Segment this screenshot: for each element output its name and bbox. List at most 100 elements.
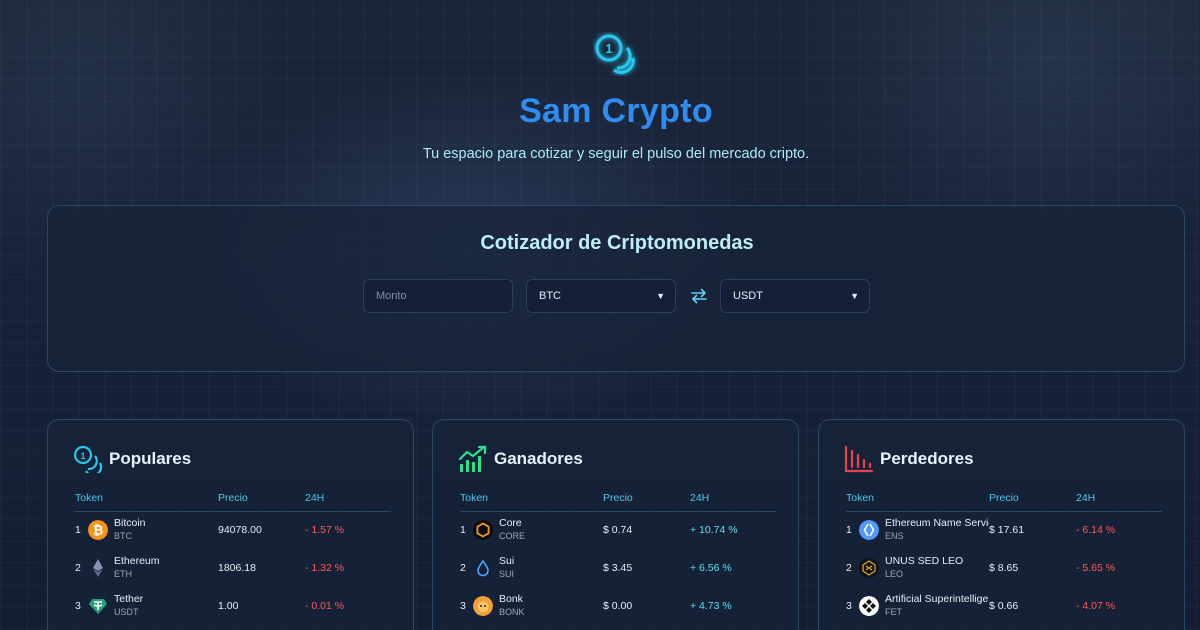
column-24h: 24H	[690, 492, 710, 504]
sui-icon	[477, 559, 489, 577]
coin-symbol: CORE	[499, 531, 526, 541]
coin-change: - 0.01 %	[305, 600, 345, 612]
table-header: Token Precio 24H	[460, 492, 776, 512]
ens-icon	[859, 520, 879, 540]
coin-change: + 10.74 %	[690, 524, 738, 536]
svg-text:1: 1	[605, 41, 612, 56]
svg-text:₿: ₿	[93, 524, 104, 539]
bitcoin-icon: ₿	[88, 520, 108, 540]
to-currency-select[interactable]: USDT ▼	[720, 279, 870, 313]
coin-name: Artificial Superintelligence Alliance	[885, 593, 989, 605]
row-rank: 2	[75, 562, 81, 574]
chevron-down-icon: ▼	[656, 291, 665, 301]
coin-name: Tether	[114, 593, 144, 605]
coin-symbol: BTC	[114, 531, 132, 541]
card-title: Perdedores	[880, 449, 974, 468]
table-row[interactable]: 1 ₿ Bitcoin BTC 94078.00 - 1.57 %	[75, 512, 391, 550]
coin-name: UNUS SED LEO	[885, 555, 964, 567]
popular-card: 1 Populares Token Precio 24H 1 ₿ Bitcoin…	[47, 419, 414, 630]
coin-symbol: SUI	[499, 569, 515, 579]
row-rank: 3	[75, 600, 81, 612]
column-token: Token	[846, 492, 875, 504]
page-title: Sam Crypto	[519, 92, 713, 130]
coin-price: $ 0.74	[603, 524, 633, 536]
leo-icon	[859, 558, 879, 578]
coin-price: 94078.00	[218, 524, 262, 536]
coin-price: $ 0.00	[603, 600, 633, 612]
amount-input[interactable]: Monto	[363, 279, 513, 313]
row-rank: 2	[846, 562, 852, 574]
core-icon	[473, 520, 493, 540]
chart-up-icon	[458, 445, 487, 472]
coin-change: - 1.32 %	[305, 562, 345, 574]
row-rank: 1	[75, 524, 81, 536]
quoter-title: Cotizador de Criptomonedas	[480, 232, 754, 254]
row-rank: 3	[460, 600, 466, 612]
coins-icon: 1	[73, 445, 103, 473]
coin-symbol: LEO	[885, 569, 904, 579]
tagline: Tu espacio para cotizar y seguir el puls…	[422, 146, 810, 162]
losers-card: Perdedores Token Precio 24H 1 Ethereum N…	[818, 419, 1185, 630]
column-price: Precio	[989, 492, 1019, 504]
coins-logo-icon: 1	[595, 34, 635, 75]
coin-symbol: ETH	[114, 569, 132, 579]
table-row[interactable]: 3 Artificial Superintelligence Alliance …	[846, 588, 1162, 626]
coin-price: $ 17.61	[989, 524, 1025, 536]
coin-symbol: USDT	[114, 607, 139, 617]
table-row[interactable]: 1 Ethereum Name Service ENS $ 17.61 - 6.…	[846, 512, 1162, 550]
amount-placeholder: Monto	[376, 290, 407, 302]
coin-name: Ethereum Name Service	[885, 517, 989, 529]
column-price: Precio	[603, 492, 633, 504]
coin-price: 1.00	[218, 600, 239, 612]
to-currency-value: USDT	[733, 290, 763, 302]
coin-price: $ 8.65	[989, 562, 1019, 574]
swap-arrows-icon[interactable]	[690, 287, 708, 305]
column-token: Token	[460, 492, 489, 504]
coin-price: 1806.18	[218, 562, 256, 574]
row-rank: 2	[460, 562, 466, 574]
coin-change: - 5.65 %	[1076, 562, 1116, 574]
coin-name: Core	[499, 517, 522, 529]
bonk-icon	[473, 596, 493, 616]
table-row[interactable]: 3 Bonk BONK $ 0.00 + 4.73 %	[460, 588, 776, 626]
table-row[interactable]: 2 Sui SUI $ 3.45 + 6.56 %	[460, 550, 776, 588]
coin-name: Ethereum	[114, 555, 160, 567]
coin-symbol: FET	[885, 607, 902, 617]
column-token: Token	[75, 492, 104, 504]
column-24h: 24H	[1076, 492, 1096, 504]
coin-change: + 6.56 %	[690, 562, 732, 574]
card-title: Ganadores	[494, 449, 583, 468]
coin-change: + 4.73 %	[690, 600, 732, 612]
coin-symbol: ENS	[885, 531, 904, 541]
chevron-down-icon: ▼	[850, 291, 859, 301]
table-row[interactable]: 2 UNUS SED LEO LEO $ 8.65 - 5.65 %	[846, 550, 1162, 588]
svg-text:1: 1	[80, 451, 85, 461]
column-24h: 24H	[305, 492, 325, 504]
coin-change: - 1.57 %	[305, 524, 345, 536]
from-currency-value: BTC	[539, 290, 561, 302]
chart-down-icon	[844, 445, 874, 473]
fet-icon	[859, 596, 879, 616]
table-header: Token Precio 24H	[75, 492, 391, 512]
ethereum-icon	[93, 559, 103, 577]
table-row[interactable]: 3 Tether USDT 1.00 - 0.01 %	[75, 588, 391, 626]
table-row[interactable]: 2 Ethereum ETH 1806.18 - 1.32 %	[75, 550, 391, 588]
row-rank: 1	[460, 524, 466, 536]
column-price: Precio	[218, 492, 248, 504]
coin-name: Bonk	[499, 593, 523, 605]
coin-symbol: BONK	[499, 607, 525, 617]
gainers-card: Ganadores Token Precio 24H 1 Core CORE $…	[432, 419, 799, 630]
coin-change: - 6.14 %	[1076, 524, 1116, 536]
coin-change: - 4.07 %	[1076, 600, 1116, 612]
quoter-panel: Cotizador de Criptomonedas Monto BTC ▼ U…	[47, 205, 1185, 372]
coin-price: $ 3.45	[603, 562, 633, 574]
coin-price: $ 0.66	[989, 600, 1019, 612]
card-title: Populares	[109, 449, 192, 468]
row-rank: 1	[846, 524, 852, 536]
coin-name: Sui	[499, 555, 515, 567]
coin-name: Bitcoin	[114, 517, 146, 529]
from-currency-select[interactable]: BTC ▼	[526, 279, 676, 313]
table-row[interactable]: 1 Core CORE $ 0.74 + 10.74 %	[460, 512, 776, 550]
table-header: Token Precio 24H	[846, 492, 1162, 512]
tether-icon	[89, 599, 107, 614]
